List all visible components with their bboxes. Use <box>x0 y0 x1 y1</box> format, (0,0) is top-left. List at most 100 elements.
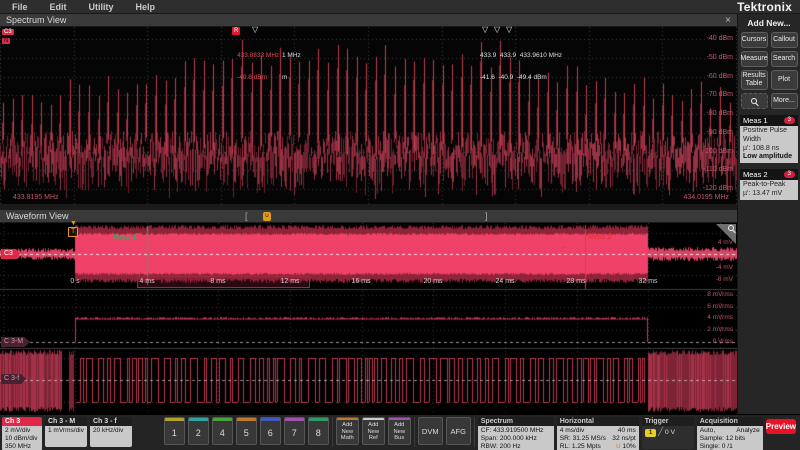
waveform-canvas[interactable] <box>0 223 737 414</box>
ch3-bandwidth: 350 MHz <box>5 442 32 450</box>
trigger-position-icon[interactable]: ▼ <box>70 220 77 227</box>
channel-8-button[interactable]: 8 <box>307 417 329 445</box>
menu-file[interactable]: File <box>12 2 28 12</box>
add-ref-label: Add New Ref <box>367 422 380 442</box>
time-label: 12 ms <box>280 278 300 285</box>
spectrum-plot[interactable]: C3 N R ▽ ▽ ▽ ▽ 433.8833 MHz -40.8 dBm 1 … <box>0 26 737 204</box>
menu-help[interactable]: Help <box>136 2 156 12</box>
add-new-math-button[interactable]: Add New Math <box>335 417 359 445</box>
spectrum-channel-tag: C3 <box>2 29 14 35</box>
more-button[interactable]: More... <box>770 93 798 109</box>
peak-marker-icon[interactable]: ▽ <box>482 26 488 34</box>
display-area: Spectrum View × C3 N R ▽ ▽ ▽ ▽ 433.8833 … <box>0 14 737 414</box>
waveform-plot[interactable]: ▼ T C3 C 3-M C 3-f Meas 1 → Meas 2 ← 0 s… <box>0 220 737 414</box>
acquisition-badge-title: Acquisition <box>696 417 763 426</box>
channel-6-button[interactable]: 6 <box>259 417 281 445</box>
measure-button[interactable]: Measure <box>740 51 768 67</box>
magnifier-icon <box>728 225 734 231</box>
delta-marker-ampl: m <box>282 74 288 82</box>
add-new-bus-button[interactable]: Add New Bus <box>387 417 411 445</box>
acq-analyze: Analyze <box>736 427 760 434</box>
channel-5-button[interactable]: 5 <box>235 417 257 445</box>
channel-7-button[interactable]: 7 <box>283 417 305 445</box>
ch3-badge[interactable]: Ch 3 2 mV/div 10 dBm/div 350 MHz <box>2 417 42 450</box>
separator <box>331 417 333 447</box>
callout-button[interactable]: Callout <box>770 32 798 48</box>
separator <box>473 417 475 447</box>
meas2-badge[interactable]: Meas 2 3 Peak-to-Peak µ': 13.47 mV <box>740 169 798 200</box>
ch3-freq-scale: 20 kHz/div <box>93 427 124 434</box>
spectrum-view-title: Spectrum View <box>6 15 67 25</box>
volt-label: -8 mV <box>715 276 733 283</box>
waveform-view-titlebar[interactable]: Waveform View [ ∪ ] <box>0 210 737 223</box>
peak-marker-icon[interactable]: ▽ <box>494 26 500 34</box>
afg-button[interactable]: AFG <box>445 417 471 445</box>
peak-markers-freqs: 433.9 433.9 433.9610 MHz <box>480 51 563 59</box>
horizontal-settings-badge[interactable]: Horizontal 4 ms/div 40 ms SR: 31.25 MS/s 3… <box>556 417 639 450</box>
acq-mode: Auto, <box>699 427 716 434</box>
channel3-badge[interactable]: C3 <box>1 249 20 259</box>
cursors-button[interactable]: Cursors <box>740 32 768 48</box>
separator <box>413 417 415 447</box>
horizontal-position: 10% <box>622 443 636 450</box>
ch3-freq-badge[interactable]: Ch 3 - f 20 kHz/div <box>90 417 132 447</box>
ch3-math-title: Ch 3 - M <box>45 417 87 426</box>
close-icon[interactable]: × <box>725 14 731 27</box>
search-button[interactable]: Search <box>770 51 798 67</box>
trigger-source-badge: 1 <box>644 429 657 437</box>
menu-utility[interactable]: Utility <box>89 2 114 12</box>
meas1-arrow-icon: → <box>130 242 138 251</box>
y-axis-label: -110 dBm <box>703 166 733 173</box>
peak-marker-icon[interactable]: ▽ <box>506 26 512 34</box>
cursor-bracket-right-icon[interactable]: ] <box>485 211 488 221</box>
spectrum-canvas[interactable] <box>0 27 737 204</box>
time-label: 32 ms <box>638 278 658 285</box>
y-axis-label: -60 dBm <box>706 73 733 80</box>
acq-single: Single: 0 /1 <box>699 443 733 450</box>
acq-sample: Sample: 12 bits <box>699 435 746 443</box>
meas1-badge[interactable]: Meas 1 3 Positive Pulse Width µ': 108.8 … <box>740 115 798 163</box>
meas1-source-badge: 3 <box>783 117 795 124</box>
meas2-title: Meas 2 <box>743 170 768 179</box>
channel-4-button[interactable]: 4 <box>211 417 233 445</box>
spectrum-view-titlebar[interactable]: Spectrum View × <box>0 14 737 27</box>
zoom-tool-button[interactable] <box>740 93 768 109</box>
expansion-point-icon[interactable]: ∪ <box>263 212 271 221</box>
volt-label: 0 V <box>723 251 733 258</box>
spectrum-span: Span: 200.000 kHz <box>480 435 537 443</box>
trigger-settings-badge[interactable]: Trigger 1 ╱ 0 V <box>641 417 694 449</box>
channel-number: 1 <box>171 427 177 438</box>
channel3-freq-badge[interactable]: C 3-f <box>1 374 27 384</box>
rms-label: 4 mVrms <box>707 314 733 321</box>
y-axis-label: -120 dBm <box>702 185 733 192</box>
plot-button[interactable]: Plot <box>770 70 798 90</box>
menu-edit[interactable]: Edit <box>50 2 67 12</box>
add-new-heading: Add New... <box>747 18 791 28</box>
preview-button[interactable]: Preview <box>765 419 796 434</box>
meas1-annotation-label: Meas 1 <box>113 234 137 241</box>
reference-marker-icon[interactable]: R <box>232 27 241 35</box>
acquisition-settings-badge[interactable]: Acquisition Auto, Analyze Sample: 12 bits… <box>696 417 763 450</box>
ch3-title: Ch 3 <box>2 417 42 426</box>
spectrum-cf: CF: 433.919500 MHz <box>480 427 544 434</box>
ch3-math-badge[interactable]: Ch 3 - M 1 mVrms/div <box>45 417 87 447</box>
channel-2-button[interactable]: 2 <box>187 417 209 445</box>
results-table-button[interactable]: Results Table <box>740 70 768 90</box>
ch3-math-scale: 1 mVrms/div <box>48 427 84 434</box>
rms-label: 0 Vrms <box>712 338 733 345</box>
ch3-freq-title: Ch 3 - f <box>90 417 132 426</box>
channel-number: 8 <box>315 427 321 438</box>
channel3-math-badge[interactable]: C 3-M <box>1 337 31 347</box>
spectrum-settings-badge[interactable]: Spectrum CF: 433.919500 MHz Span: 200.00… <box>477 417 554 450</box>
time-label: 20 ms <box>423 278 443 285</box>
cursor-bracket-left-icon[interactable]: [ <box>245 211 248 221</box>
trigger-marker[interactable]: T <box>68 227 79 237</box>
add-new-ref-button[interactable]: Add New Ref <box>361 417 385 445</box>
rising-edge-icon: ╱ <box>658 427 664 436</box>
delta-marker-icon[interactable]: ▽ <box>252 26 258 34</box>
channel-1-button[interactable]: 1 <box>163 417 185 445</box>
dvm-button[interactable]: DVM <box>417 417 443 445</box>
time-label: 24 ms <box>495 278 515 285</box>
channel-number: 2 <box>195 427 201 438</box>
horizontal-scale: 4 ms/div <box>559 427 585 434</box>
